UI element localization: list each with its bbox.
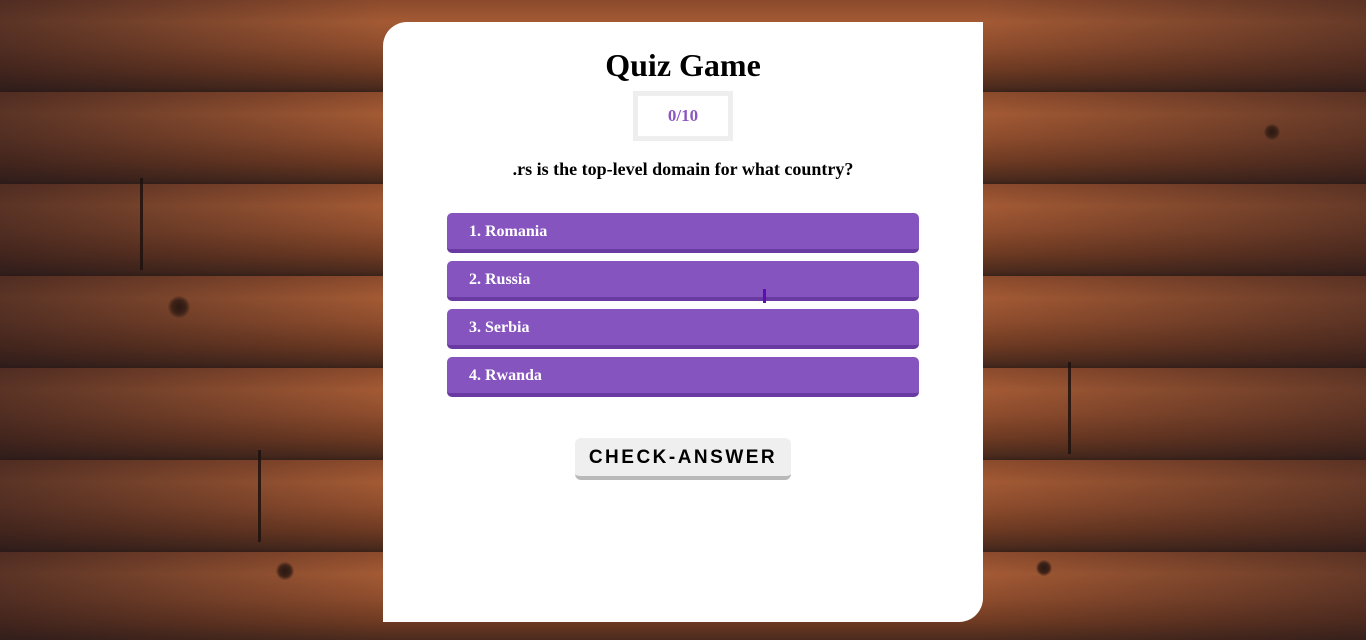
question-text: .rs is the top-level domain for what cou… <box>512 159 854 179</box>
score-counter: 0/10 <box>633 91 733 141</box>
page-title: Quiz Game <box>605 47 761 83</box>
wood-plank-joint <box>1068 362 1071 454</box>
text-cursor-icon <box>763 289 766 303</box>
answer-options-list: 1. Romania 2. Russia 3. Serbia 4. Rwanda <box>447 213 919 405</box>
wood-knot <box>1036 560 1052 576</box>
answer-option-3[interactable]: 3. Serbia <box>447 309 919 349</box>
wood-knot <box>276 562 294 580</box>
answer-option-4[interactable]: 4. Rwanda <box>447 357 919 397</box>
check-answer-button[interactable]: CHECK-ANSWER <box>575 438 791 480</box>
wood-plank-joint <box>258 450 261 542</box>
wood-plank-joint <box>140 178 143 270</box>
answer-option-1[interactable]: 1. Romania <box>447 213 919 253</box>
wood-knot <box>168 296 190 318</box>
wood-knot <box>1264 124 1280 140</box>
quiz-card: Quiz Game 0/10 .rs is the top-level doma… <box>383 22 983 622</box>
answer-option-2[interactable]: 2. Russia <box>447 261 919 301</box>
